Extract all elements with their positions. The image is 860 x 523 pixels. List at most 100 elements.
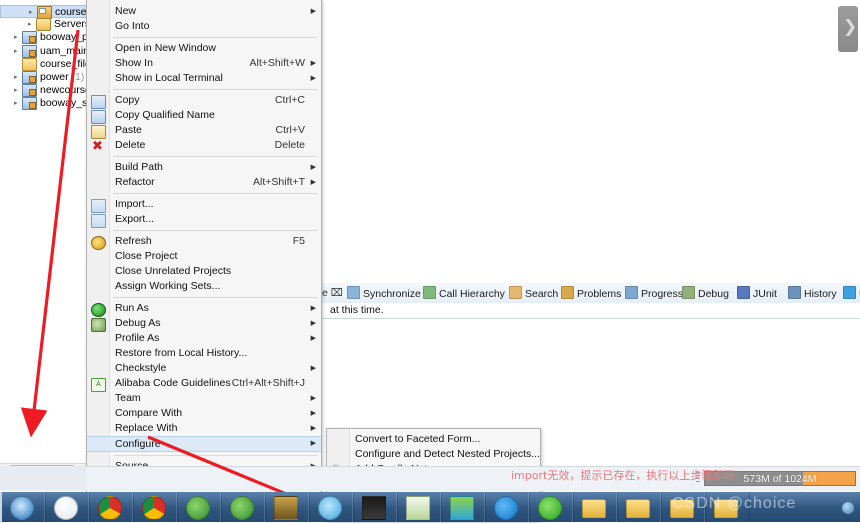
menu-item-replace-with[interactable]: Replace With ▶ (87, 421, 321, 436)
view-tab-label: History (804, 288, 837, 300)
menu-item-open-in-new-window[interactable]: Open in New Window (87, 41, 321, 56)
menu-item-new[interactable]: New ▶ (87, 4, 321, 19)
wechat-icon (538, 496, 562, 520)
menu-item-refresh[interactable]: Refresh F5 (87, 234, 321, 250)
view-tab-synchronize[interactable]: Synchronize (347, 286, 421, 300)
menu-item-label: Go Into (115, 20, 150, 32)
context-menu-items[interactable]: New ▶ Go Into Open in New Window Show In Alt+… (87, 0, 321, 511)
submenu-arrow-icon: ▶ (310, 365, 316, 372)
menu-item-import[interactable]: Import... (87, 197, 321, 213)
menu-item-assign-working-sets[interactable]: Assign Working Sets... (87, 279, 321, 294)
view-tab-call-hierarchy[interactable]: Call Hierarchy (423, 286, 505, 300)
submenu-arrow-icon: ▶ (310, 335, 316, 342)
menu-item-close-unrelated-projects[interactable]: Close Unrelated Projects (87, 264, 321, 279)
menu-separator (113, 156, 317, 157)
taskbar-button-13[interactable] (572, 492, 618, 522)
menu-item-copy-qualified-name[interactable]: Copy Qualified Name (87, 108, 321, 124)
tree-twisty-icon[interactable]: ▸ (14, 97, 22, 110)
tree-twisty-icon[interactable]: ▸ (29, 6, 37, 19)
taskbar-button-6[interactable] (264, 492, 310, 522)
submenu-item-label: Convert to Faceted Form... (355, 433, 481, 445)
view-tab-problems[interactable]: Problems (561, 286, 621, 300)
view-tab-history[interactable]: History (788, 286, 837, 300)
tree-twisty-icon[interactable]: ▸ (14, 45, 22, 58)
menu-item-checkstyle[interactable]: Checkstyle ▶ (87, 361, 321, 376)
sogou-input-icon (54, 496, 78, 520)
tree-twisty-icon[interactable]: ▸ (14, 31, 22, 44)
folder-icon (626, 499, 650, 518)
java-project-icon (22, 31, 37, 45)
menu-item-show-in-local-terminal[interactable]: Show in Local Terminal ▶ (87, 71, 321, 86)
taskbar-button-12[interactable] (528, 492, 574, 522)
tree-twisty-icon[interactable]: ▸ (14, 84, 22, 97)
copy-icon (91, 95, 106, 109)
taskbar-button-0[interactable] (0, 492, 46, 522)
taskbar-button-8[interactable] (352, 492, 398, 522)
taskbar-button-5[interactable] (220, 492, 266, 522)
menu-item-debug-as[interactable]: Debug As ▶ (87, 316, 321, 332)
project-context-menu[interactable]: New ▶ Go Into Open in New Window Show In Alt+… (86, 0, 322, 509)
menu-item-profile-as[interactable]: Profile As ▶ (87, 331, 321, 346)
annotation-note-text: import无效，提示已存在，执行以上步骤即可 (511, 469, 735, 482)
taskbar-button-3[interactable] (132, 492, 178, 522)
run-as-icon (91, 303, 106, 317)
menu-item-label: Configure (115, 438, 161, 450)
taskbar-button-2[interactable] (88, 492, 134, 522)
menu-item-configure[interactable]: Configure ▶ (87, 436, 321, 452)
junit-icon (737, 286, 750, 299)
p3c-results-icon (843, 286, 856, 299)
csdn-watermark: CSDN @choice (672, 495, 797, 512)
menu-item-copy[interactable]: Copy Ctrl+C (87, 93, 321, 109)
view-tab-p3c-results[interactable]: P3C Results (843, 286, 860, 300)
taskbar-button-11[interactable] (484, 492, 530, 522)
tree-twisty-icon[interactable]: ▸ (28, 18, 36, 31)
menu-item-label: Profile As (115, 332, 160, 344)
taskbar-button-1[interactable] (44, 492, 90, 522)
menu-item-label: New (115, 5, 137, 17)
java-project-icon (22, 84, 37, 98)
submenu-item-configure-and-detect-nested-projects[interactable]: Configure and Detect Nested Projects... (327, 447, 540, 462)
menu-item-label: Refresh (115, 235, 152, 247)
view-tab-progress[interactable]: Progress (625, 286, 683, 300)
menu-item-label: Import... (115, 198, 154, 210)
menu-item-label: Alibaba Code Guidelines (115, 377, 231, 389)
taskbar-button-10[interactable] (440, 492, 486, 522)
alibaba-icon: A (91, 378, 106, 392)
menu-item-alibaba-code-guidelines[interactable]: A Alibaba Code Guidelines Ctrl+Alt+Shift+J (87, 376, 321, 392)
taskbar-button-7[interactable] (308, 492, 354, 522)
menu-item-close-project[interactable]: Close Project (87, 249, 321, 264)
taskbar-button-9[interactable] (396, 492, 442, 522)
menu-item-run-as[interactable]: Run As ▶ (87, 301, 321, 317)
menu-item-show-in[interactable]: Show In Alt+Shift+W ▶ (87, 56, 321, 71)
taskbar-button-4[interactable] (176, 492, 222, 522)
menu-item-go-into[interactable]: Go Into (87, 19, 321, 34)
view-tab-search[interactable]: Search (509, 286, 558, 300)
chrome-icon (142, 496, 166, 520)
tray-icon[interactable] (842, 502, 854, 514)
menu-item-delete[interactable]: ✖ Delete Delete (87, 138, 321, 153)
menu-item-compare-with[interactable]: Compare With ▶ (87, 406, 321, 421)
editor-tab-close-icon[interactable]: e ⌧ (322, 286, 343, 300)
menu-item-refactor[interactable]: Refactor Alt+Shift+T ▶ (87, 175, 321, 190)
menu-item-paste[interactable]: Paste Ctrl+V (87, 123, 321, 139)
view-tab-label: Progress (641, 288, 684, 300)
view-tab-label: Search (525, 288, 559, 300)
menu-item-team[interactable]: Team ▶ (87, 391, 321, 406)
view-tab-junit[interactable]: JUnit (737, 286, 777, 300)
view-tab-label: Debug (698, 288, 729, 300)
folder-icon (22, 57, 37, 71)
submenu-item-convert-to-faceted-form[interactable]: Convert to Faceted Form... (327, 432, 540, 447)
tree-twisty-icon[interactable]: ▸ (14, 71, 22, 84)
view-tab-debug[interactable]: Debug (682, 286, 729, 300)
restore-view-tab[interactable]: ❯ (838, 6, 858, 52)
view-tab-bar[interactable]: e ⌧ Synchronize Call Hierarchy Search Probl… (320, 283, 860, 304)
menu-item-restore-from-local-history[interactable]: Restore from Local History... (87, 346, 321, 361)
folder-icon (582, 499, 606, 518)
view-tab-label: Synchronize (363, 288, 421, 300)
menu-item-export[interactable]: Export... (87, 212, 321, 228)
eclipse-workbench: ▸course-file [tr▸Servers▸booway_par_du▸u… (0, 0, 860, 522)
taskbar-button-14[interactable] (616, 492, 662, 522)
taskbar-left-edge (0, 492, 2, 522)
menu-item-label: Debug As (115, 317, 161, 329)
menu-item-build-path[interactable]: Build Path ▶ (87, 160, 321, 175)
